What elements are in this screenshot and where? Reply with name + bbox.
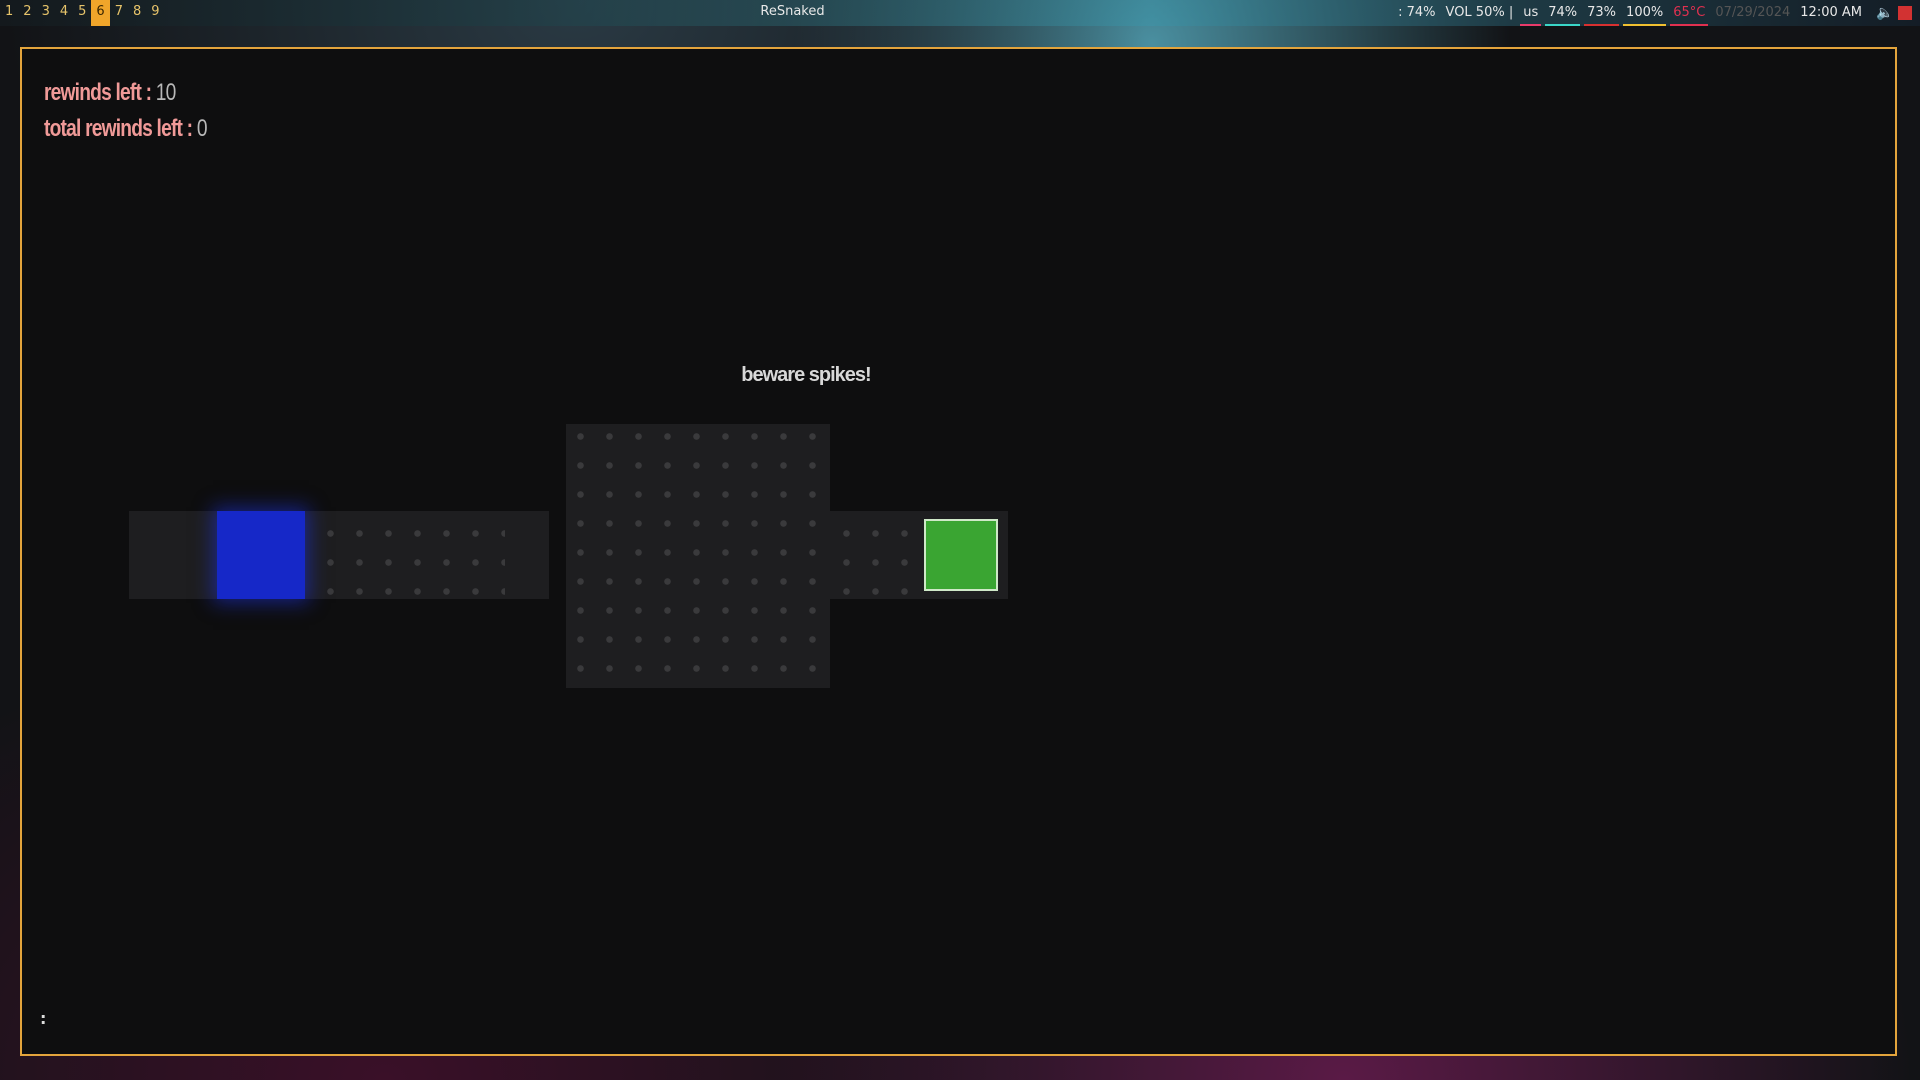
memory-underline (1584, 24, 1620, 26)
floor-start (129, 511, 217, 599)
top-status-bar: 1 2 3 4 5 6 7 8 9 ReSnaked : 74% VOL 50%… (0, 0, 1920, 26)
battery-label: 100% (1626, 5, 1664, 20)
command-line[interactable]: : (40, 1009, 46, 1028)
temperature-indicator: 65°C (1670, 2, 1709, 26)
memory-indicator: 73% (1584, 2, 1620, 26)
battery-underline (1623, 24, 1667, 26)
total-rewinds-left-row: total rewinds left : 0 (44, 115, 208, 151)
rewinds-left-value: 10 (155, 79, 177, 106)
goal-tile (924, 519, 998, 591)
battery-indicator: 100% (1623, 2, 1667, 26)
spike-floor-center (566, 424, 830, 688)
rewinds-left-label: rewinds left : (44, 79, 152, 106)
tray-app-icon[interactable] (1898, 6, 1912, 20)
memory-label: 73% (1587, 5, 1617, 20)
spike-floor-right (830, 511, 920, 599)
volume-indicator[interactable]: VOL 50% | (1446, 2, 1514, 24)
keyboard-layout[interactable]: us (1520, 2, 1542, 26)
clock[interactable]: 12:00 AM (1800, 2, 1862, 24)
cpu-underline (1545, 24, 1581, 26)
brightness-indicator: : 74% (1398, 5, 1436, 20)
window-title: ReSnaked (760, 4, 825, 19)
keyboard-underline (1520, 24, 1542, 26)
hud: rewinds left : 10 total rewinds left : 0 (44, 79, 208, 151)
status-area: : 74% VOL 50% | us 74% 73% 100% 65°C 07/… (1388, 0, 1912, 26)
level-hint-message: beware spikes! (741, 364, 871, 386)
spike-floor-left (305, 511, 505, 599)
temperature-label: 65°C (1673, 5, 1706, 20)
rewinds-left-row: rewinds left : 10 (44, 79, 207, 115)
total-rewinds-left-value: 0 (196, 115, 208, 142)
cpu-indicator: 74% (1545, 2, 1581, 26)
game-window[interactable]: rewinds left : 10 total rewinds left : 0… (20, 47, 1897, 1056)
cpu-label: 74% (1548, 5, 1578, 20)
player-snake-block (217, 511, 305, 599)
speaker-icon[interactable]: 🔈 (1876, 5, 1893, 21)
temperature-underline (1670, 24, 1709, 26)
floor-left-gap (505, 511, 549, 599)
date-indicator: 07/29/2024 (1715, 5, 1791, 20)
total-rewinds-left-label: total rewinds left : (44, 115, 193, 142)
keyboard-layout-label: us (1523, 5, 1539, 20)
